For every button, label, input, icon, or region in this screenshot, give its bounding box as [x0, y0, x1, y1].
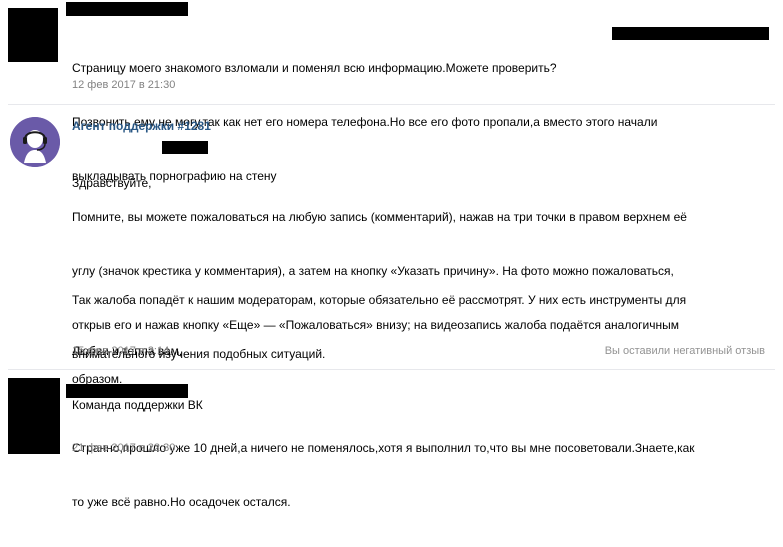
support-author-name[interactable]: Агент поддержки #1281	[72, 119, 211, 133]
redacted-link	[612, 27, 769, 40]
message-date[interactable]: 12 фев 2017 в 21:30	[72, 79, 175, 91]
author-name-redacted[interactable]	[66, 2, 188, 16]
avatar[interactable]	[8, 378, 60, 454]
message-line: то уже всё равно.Но осадочек остался.	[72, 495, 291, 509]
rating-status: Вы оставили негативный отзыв	[604, 345, 765, 357]
avatar[interactable]	[8, 8, 58, 62]
author-name-redacted[interactable]	[66, 384, 188, 398]
headset-agent-icon	[10, 117, 60, 167]
message-date[interactable]: 15 фев 2017 в 2:14	[72, 345, 169, 357]
message-user-2: Странно,прошло уже 10 дней,а ничего не п…	[0, 370, 783, 509]
message-support: Агент поддержки #1281 Здравствуйте, Помн…	[0, 105, 783, 412]
message-user-1: Страницу моего знакомого взломали и поме…	[0, 0, 783, 183]
message-date[interactable]: 21 фев 2017 в 22:30	[72, 442, 175, 454]
support-avatar[interactable]	[10, 117, 60, 167]
paragraph-line: Помните, вы можете пожаловаться на любую…	[72, 210, 687, 224]
recipient-name-redacted	[162, 141, 208, 154]
message-text: Странно,прошло уже 10 дней,а ничего не п…	[72, 403, 695, 547]
message-line: Страницу моего знакомого взломали и поме…	[72, 61, 557, 75]
